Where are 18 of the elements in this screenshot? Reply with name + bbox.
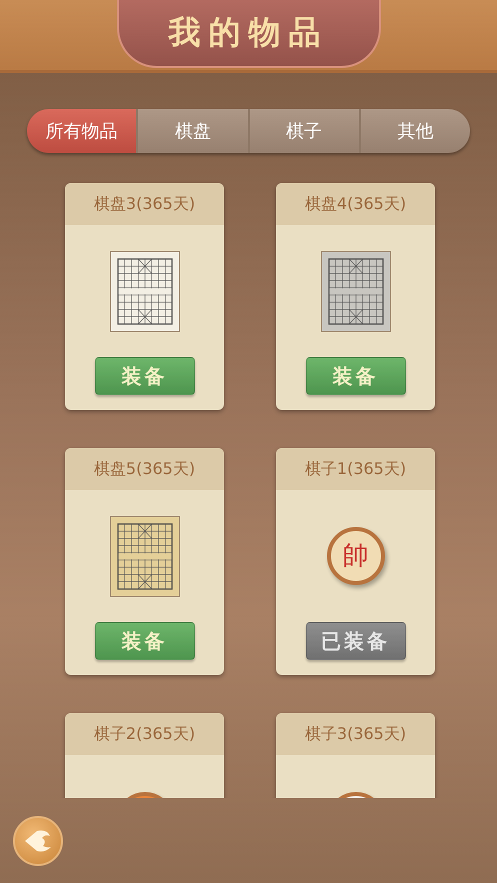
category-tab[interactable]: 棋盘: [138, 109, 250, 153]
item-name: 棋盘3(365天): [65, 183, 224, 225]
piece-character: 帥: [342, 543, 368, 569]
back-arrow-icon: [23, 828, 53, 854]
item-name: 棋子1(365天): [276, 448, 435, 490]
equipped-button[interactable]: 已装备: [306, 622, 406, 660]
item-name: 棋盘4(365天): [276, 183, 435, 225]
page-title: 我的物品: [168, 12, 328, 53]
equip-button[interactable]: 装备: [306, 357, 406, 395]
category-tab[interactable]: 其他: [360, 109, 470, 153]
item-name: 棋盘5(365天): [65, 448, 224, 490]
category-tab[interactable]: 所有物品: [27, 109, 138, 153]
equip-button[interactable]: 装备: [94, 357, 194, 395]
item-name: 棋子3(365天): [276, 713, 435, 755]
equip-button[interactable]: 装备: [94, 622, 194, 660]
item-name: 棋子2(365天): [65, 713, 224, 755]
category-tab[interactable]: 棋子: [250, 109, 361, 153]
back-button[interactable]: [13, 816, 63, 866]
